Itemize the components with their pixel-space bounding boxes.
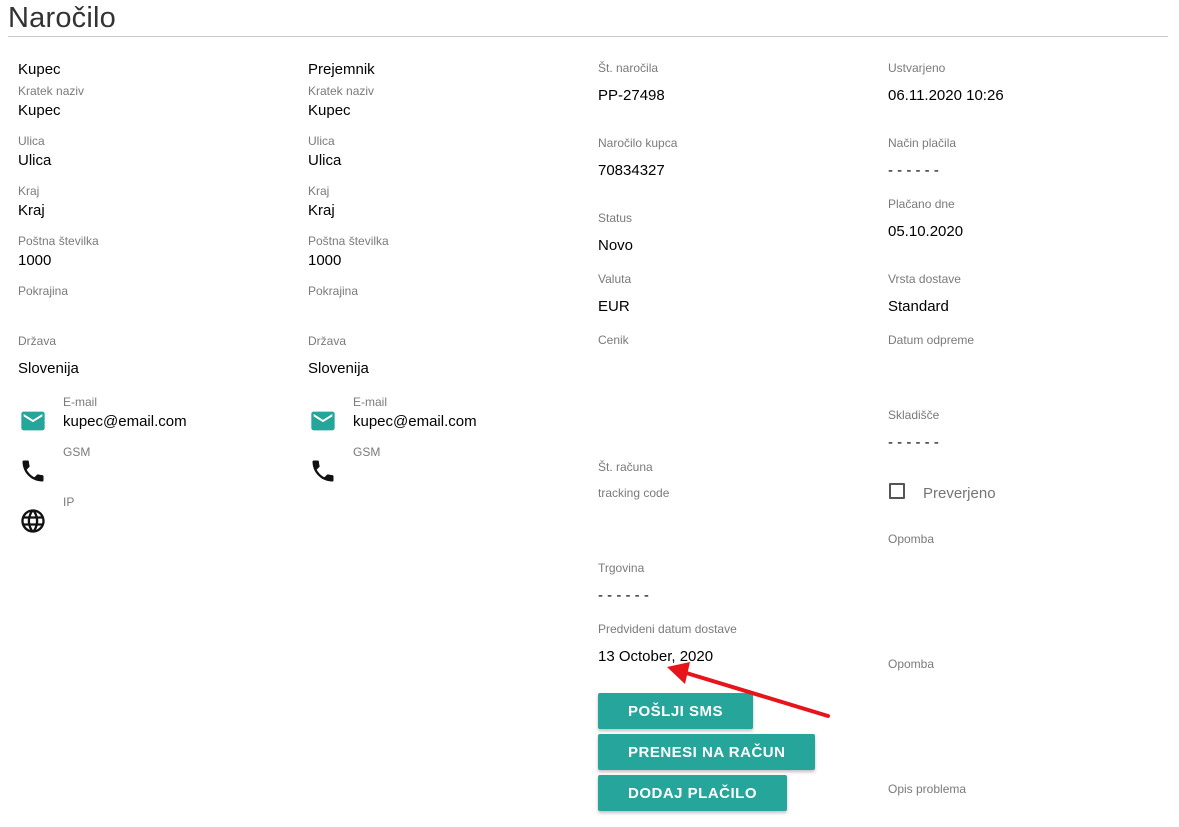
kupec-ip-label: IP <box>63 495 75 509</box>
prejemnik-drzava-label: Država <box>308 334 347 348</box>
opis-problema-label: Opis problema <box>888 782 967 796</box>
prejemnik-email-value: kupec@email.com <box>353 413 477 430</box>
prejemnik-drzava-value: Slovenija <box>308 360 369 377</box>
prejemnik-kratek-naziv-value: Kupec <box>308 102 351 119</box>
preverjeno-label[interactable]: Preverjeno <box>923 485 996 502</box>
st-racuna-label: Št. računa <box>598 460 653 474</box>
prejemnik-kratek-naziv-label: Kratek naziv <box>308 84 375 98</box>
ustvarjeno-value: 06.11.2020 10:26 <box>888 87 1004 104</box>
cenik-label: Cenik <box>598 333 629 347</box>
placano-dne-value[interactable]: 05.10.2020 <box>888 223 963 240</box>
kupec-kraj-label: Kraj <box>18 184 40 198</box>
status-label: Status <box>598 211 633 225</box>
kupec-pokrajina-label: Pokrajina <box>18 284 69 298</box>
page-title: Naročilo <box>8 2 116 34</box>
kupec-drzava-label: Država <box>18 334 57 348</box>
dodaj-placilo-button[interactable]: DODAJ PLAČILO <box>598 775 788 811</box>
vrsta-dostave-value[interactable]: Standard <box>888 298 949 315</box>
prejemnik-gsm-label: GSM <box>353 445 381 459</box>
poslji-sms-button[interactable]: POŠLJI SMS <box>598 693 754 729</box>
opomba-label-2: Opomba <box>888 657 935 671</box>
kupec-ulica-value: Ulica <box>18 152 52 169</box>
email-icon <box>19 407 47 435</box>
kupec-kratek-naziv-value: Kupec <box>18 102 61 119</box>
kupec-email-value: kupec@email.com <box>63 413 187 430</box>
vrsta-dostave-label: Vrsta dostave <box>888 272 961 286</box>
nacin-placila-value[interactable]: - - - - - - <box>888 162 939 179</box>
kupec-kraj-value: Kraj <box>18 202 45 219</box>
nacin-placila-label: Način plačila <box>888 136 957 150</box>
narocilo-kupca-label: Naročilo kupca <box>598 136 678 150</box>
prejemnik-ulica-value: Ulica <box>308 152 342 169</box>
phone-icon <box>309 457 337 485</box>
prejemnik-kraj-label: Kraj <box>308 184 330 198</box>
prejemnik-pokrajina-label: Pokrajina <box>308 284 359 298</box>
status-value: Novo <box>598 237 634 254</box>
narocilo-kupca-value: 70834327 <box>598 162 665 179</box>
datum-dostave-label: Predvideni datum dostave <box>598 622 737 636</box>
prejemnik-kraj-value: Kraj <box>308 202 335 219</box>
prejemnik-postna-value: 1000 <box>308 252 342 269</box>
email-icon <box>309 407 337 435</box>
skladisce-value[interactable]: - - - - - - <box>888 434 939 451</box>
kupec-kratek-naziv-label: Kratek naziv <box>18 84 85 98</box>
title-divider <box>8 36 1168 37</box>
datum-dostave-value[interactable]: 13 October, 2020 <box>598 648 713 665</box>
kupec-email-label: E-mail <box>63 395 98 409</box>
prejemnik-header: Prejemnik <box>308 61 375 78</box>
prejemnik-email-label: E-mail <box>353 395 388 409</box>
opomba-label: Opomba <box>888 532 935 546</box>
skladisce-label: Skladišče <box>888 408 940 422</box>
st-narocila-label: Št. naročila <box>598 61 659 75</box>
placano-dne-label: Plačano dne <box>888 197 955 211</box>
kupec-drzava-value: Slovenija <box>18 360 79 377</box>
kupec-postna-value: 1000 <box>18 252 52 269</box>
datum-odpreme-label: Datum odpreme <box>888 333 975 347</box>
prejemnik-ulica-label: Ulica <box>308 134 335 148</box>
prenesi-na-racun-button[interactable]: PRENESI NA RAČUN <box>598 734 816 770</box>
kupec-postna-label: Poštna številka <box>18 234 99 248</box>
globe-icon <box>19 507 47 535</box>
st-narocila-value: PP-27498 <box>598 87 665 104</box>
trgovina-value: - - - - - - <box>598 587 649 604</box>
trgovina-label: Trgovina <box>598 561 645 575</box>
preverjeno-checkbox[interactable] <box>889 483 905 499</box>
tracking-code-label: tracking code <box>598 486 670 500</box>
ustvarjeno-label: Ustvarjeno <box>888 61 946 75</box>
kupec-ulica-label: Ulica <box>18 134 45 148</box>
phone-icon <box>19 457 47 485</box>
valuta-value: EUR <box>598 298 630 315</box>
kupec-header: Kupec <box>18 61 61 78</box>
kupec-gsm-label: GSM <box>63 445 91 459</box>
valuta-label: Valuta <box>598 272 632 286</box>
prejemnik-postna-label: Poštna številka <box>308 234 389 248</box>
